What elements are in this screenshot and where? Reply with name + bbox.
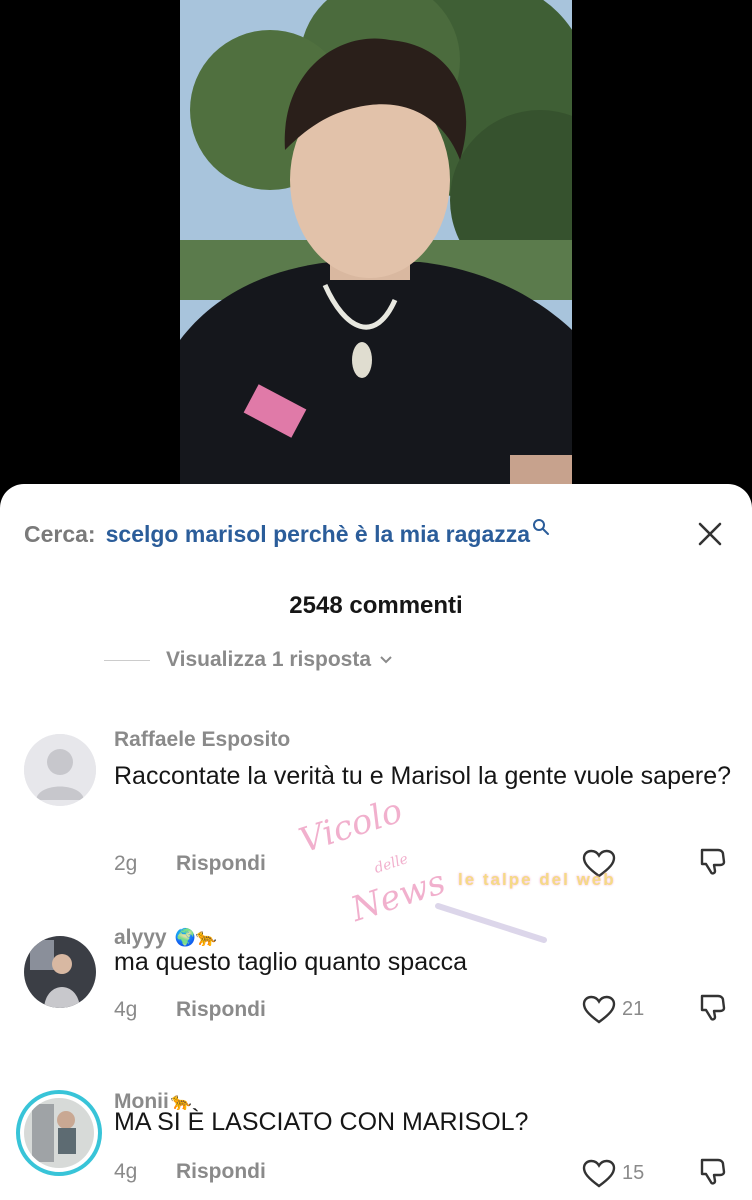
video-still: [180, 0, 572, 500]
comment-meta: 2g Rispondi: [114, 852, 266, 876]
avatar[interactable]: [24, 936, 96, 1008]
dislike-icon: [700, 1158, 726, 1185]
close-icon: [698, 522, 722, 546]
watermark-talpe: le talpe del web: [458, 870, 616, 889]
like-button[interactable]: 15: [582, 1159, 652, 1189]
search-query-link[interactable]: scelgo marisol perchè è la mia ragazza: [106, 521, 530, 548]
watermark-magnifier-icon: [435, 903, 547, 943]
comment-meta: 4g Rispondi: [114, 1160, 266, 1184]
like-count: 15: [622, 1162, 645, 1184]
avatar[interactable]: [24, 734, 96, 806]
video-frame[interactable]: [180, 0, 572, 500]
like-button[interactable]: 21: [582, 995, 652, 1025]
dislike-button[interactable]: [698, 992, 728, 1027]
reply-button[interactable]: Rispondi: [176, 998, 266, 1022]
comment-text: MA SI È LASCIATO CON MARISOL?: [114, 1108, 529, 1136]
comment-actions: 21: [582, 992, 728, 1027]
chevron-down-icon: [380, 656, 392, 664]
comment-username[interactable]: Raffaele Esposito: [114, 728, 290, 752]
avatar-photo: [24, 1098, 94, 1168]
view-replies-button[interactable]: Visualizza 1 risposta: [104, 648, 393, 672]
divider: [104, 659, 150, 661]
dislike-button[interactable]: [698, 1156, 728, 1191]
like-count: 21: [622, 998, 645, 1020]
dislike-icon: [700, 994, 726, 1021]
watermark: Vicolo delle News le talpe del web: [284, 791, 724, 950]
close-button[interactable]: [692, 516, 728, 552]
search-label: Cerca:: [24, 520, 96, 547]
comment-age: 4g: [114, 1160, 138, 1183]
heart-icon: [582, 995, 616, 1023]
search-suggestion[interactable]: Cerca: scelgo marisol perchè è la mia ra…: [24, 514, 728, 554]
heart-icon: [582, 1159, 616, 1187]
comment-actions: 15: [582, 1156, 728, 1191]
avatar-story-ring[interactable]: [16, 1090, 102, 1176]
comment-age: 2g: [114, 852, 138, 875]
video-player[interactable]: [0, 0, 752, 520]
comment-item: Monii 🐆 MA SI È LASCIATO CON MARISOL? 4g…: [0, 1090, 752, 1200]
avatar-photo: [24, 936, 96, 1008]
watermark-vicolo: Vicolo: [294, 790, 408, 862]
default-avatar-icon: [24, 734, 96, 806]
search-icon: [533, 519, 550, 535]
comment-text: Raccontate la verità tu e Marisol la gen…: [114, 762, 732, 790]
reply-button[interactable]: Rispondi: [176, 1160, 266, 1184]
comment-meta: 4g Rispondi: [114, 998, 266, 1022]
reply-button[interactable]: Rispondi: [176, 852, 266, 876]
comment-age: 4g: [114, 998, 138, 1021]
comments-count: 2548 commenti: [289, 592, 463, 619]
username-text: Raffaele Esposito: [114, 728, 291, 751]
view-replies-label: Visualizza 1 risposta: [166, 648, 372, 671]
